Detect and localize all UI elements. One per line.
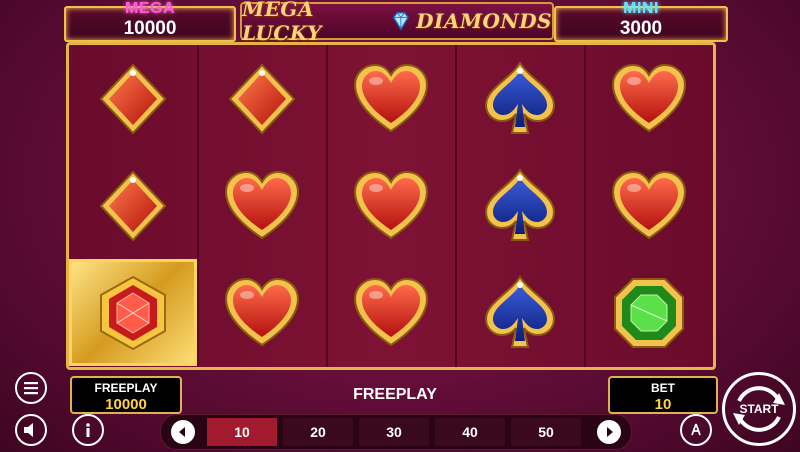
mega-jackpot-label: MEGA [125, 0, 175, 17]
freeplay-balance-box: FREEPLAY 10000 [70, 376, 182, 414]
mini-jackpot-panel: MINI 3000 [554, 0, 728, 42]
start-button[interactable]: START [722, 372, 796, 446]
bet-value: 10 [654, 396, 672, 413]
heart-icon [353, 277, 429, 346]
start-label: START [739, 402, 779, 416]
heart-icon [611, 170, 687, 239]
bet-option-30[interactable]: 30 [359, 418, 429, 446]
heart-icon [224, 277, 300, 346]
autoplay-button[interactable] [680, 414, 712, 446]
mini-jackpot-value: 3000 [619, 18, 663, 39]
bet-option-50[interactable]: 50 [511, 418, 581, 446]
mega-jackpot-panel: MEGA 10000 [64, 0, 236, 42]
reel-symbol-heart [327, 45, 455, 152]
logo-text-left: MEGA LUCKY [242, 0, 322, 45]
reel-5 [585, 45, 713, 367]
reel-frame [66, 42, 716, 370]
diamond-icon [99, 63, 167, 134]
chevron-right-icon [607, 427, 613, 437]
bet-option-10[interactable]: 10 [207, 418, 277, 446]
reel-symbol-heart [585, 152, 713, 259]
reel-symbol-spade [456, 152, 584, 259]
reel-symbol-heart [198, 152, 326, 259]
reel-symbol-diamond [198, 45, 326, 152]
diamond-icon [228, 63, 296, 134]
reel-symbol-heart [327, 152, 455, 259]
green-gem-icon [614, 277, 684, 348]
game-logo: MEGA LUCKY DIAMONDS [240, 0, 554, 45]
speaker-icon [24, 423, 33, 437]
info-icon [86, 423, 90, 437]
diamond-icon [393, 12, 410, 31]
bet-option-40[interactable]: 40 [435, 418, 505, 446]
chevron-left-icon [179, 427, 185, 437]
bet-label: BET [651, 381, 675, 395]
bet-box: BET 10 [608, 376, 718, 414]
reel-symbol-diamond [69, 45, 197, 152]
heart-icon [224, 170, 300, 239]
heart-icon [611, 63, 687, 132]
bet-previous-button[interactable] [171, 420, 195, 444]
reel-3 [327, 45, 457, 367]
sound-button[interactable] [15, 414, 47, 446]
bet-option-20[interactable]: 20 [283, 418, 353, 446]
spade-icon [484, 274, 556, 348]
freeplay-balance-label: FREEPLAY [94, 381, 158, 395]
bet-next-button[interactable] [597, 420, 621, 444]
heart-icon [353, 170, 429, 239]
mode-label: FREEPLAY [353, 386, 437, 403]
reel-symbol-heart [585, 45, 713, 152]
reel-1 [69, 45, 199, 367]
diamond-icon [99, 170, 167, 241]
bet-selector: 10 20 30 40 50 [160, 414, 632, 450]
reel-symbol-heart [327, 259, 455, 366]
hamburger-icon [24, 382, 38, 395]
spade-icon [484, 167, 556, 241]
reel-symbol-green-gem [585, 259, 713, 366]
logo-text-right: DIAMONDS [416, 9, 552, 33]
reel-symbol-heart [198, 259, 326, 366]
autoplay-icon [691, 423, 701, 436]
reel-symbol-spade [456, 45, 584, 152]
freeplay-balance-value: 10000 [105, 396, 147, 413]
reel-symbol-diamond [69, 152, 197, 259]
menu-button[interactable] [15, 372, 47, 404]
red-gem-icon [100, 275, 166, 350]
reel-symbol-red-gem [69, 259, 197, 366]
reel-2 [198, 45, 328, 367]
heart-icon [353, 63, 429, 132]
mega-jackpot-value: 10000 [123, 18, 177, 39]
reel-symbol-spade [456, 259, 584, 366]
mini-jackpot-label: MINI [623, 0, 659, 17]
spade-icon [484, 60, 556, 134]
reel-4 [456, 45, 586, 367]
info-button[interactable] [72, 414, 104, 446]
